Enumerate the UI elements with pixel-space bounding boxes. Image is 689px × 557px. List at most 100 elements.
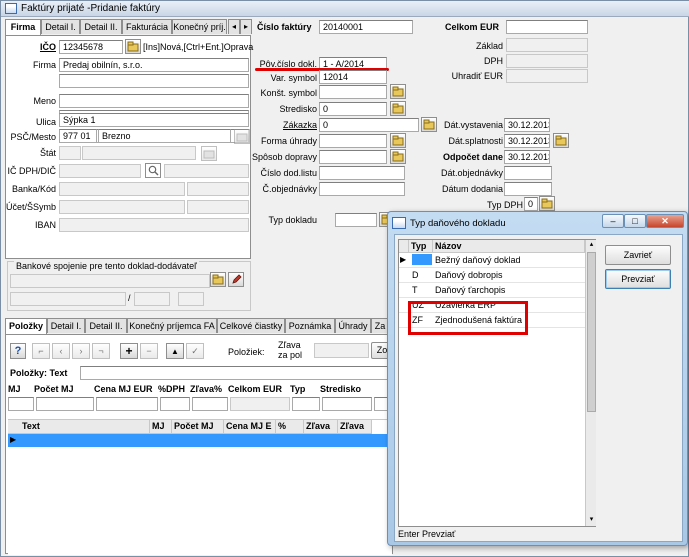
move-up-button[interactable]: ▲ <box>166 343 184 359</box>
ico-field[interactable]: 12345678 <box>59 40 123 54</box>
delete-row-button[interactable]: − <box>140 343 158 359</box>
bank-code-field[interactable] <box>134 292 170 306</box>
cena-input[interactable] <box>96 397 158 411</box>
typ-grid-scrollbar[interactable]: ▴ ▾ <box>585 240 596 526</box>
prevziat-button[interactable]: Prevziať <box>605 269 671 289</box>
dialog-maximize-button[interactable]: □ <box>624 214 646 228</box>
firma-field-2[interactable] <box>59 74 249 88</box>
typ-dph-lookup-button[interactable] <box>539 196 555 211</box>
grid-col-header[interactable]: Cena MJ E <box>224 420 276 434</box>
bank-lookup-button[interactable] <box>210 272 226 287</box>
ucet-field[interactable] <box>59 200 185 214</box>
typ-list-item[interactable]: T Daňový ťarchopis <box>399 283 585 298</box>
first-record-button[interactable]: ⌐ <box>32 343 50 359</box>
datum-splatnosti-field[interactable]: 30.12.2013 <box>504 134 550 148</box>
banka-kod-field[interactable] <box>187 182 249 196</box>
tab-items-detail-1[interactable]: Detail I. <box>47 318 85 333</box>
banka-field[interactable] <box>59 182 185 196</box>
bank-edit-button[interactable] <box>228 272 244 287</box>
datum-dodania-field[interactable] <box>504 182 552 196</box>
mesto-lookup-button[interactable] <box>234 129 250 144</box>
last-record-button[interactable]: ¬ <box>92 343 110 359</box>
mesto-field[interactable]: Brezno <box>98 129 231 143</box>
typ-col-header[interactable]: Typ <box>409 240 433 253</box>
ks-lookup-button[interactable] <box>390 84 406 99</box>
tab-uhrady[interactable]: Úhrady <box>335 318 371 333</box>
dph-input[interactable] <box>160 397 190 411</box>
icdph-field[interactable] <box>59 164 141 178</box>
scroll-down-icon[interactable]: ▾ <box>587 515 596 525</box>
icdph-search-button[interactable] <box>145 163 161 178</box>
ssymb-field[interactable] <box>187 200 249 214</box>
forma-uhrady-field[interactable] <box>319 134 387 148</box>
grid-col-header[interactable]: Zľava <box>338 420 372 434</box>
tab-detail-2[interactable]: Detail II. <box>80 19 122 34</box>
mj-input[interactable] <box>8 397 34 411</box>
sposob-dopravy-lookup-button[interactable] <box>390 149 406 164</box>
datum-objednavky-field[interactable] <box>504 166 552 180</box>
dialog-minimize-button[interactable]: – <box>602 214 624 228</box>
nazov-col-header[interactable]: Názov <box>433 240 585 253</box>
tab-firma[interactable]: Firma <box>5 19 41 35</box>
vs-field[interactable]: 12014 <box>319 70 387 84</box>
firma-field[interactable]: Predaj obilnín, s.r.o. <box>59 58 249 72</box>
objednavka-field[interactable] <box>319 182 405 196</box>
typ-list-item[interactable]: D Daňový dobropis <box>399 268 585 283</box>
dod-list-field[interactable] <box>319 166 405 180</box>
prev-record-button[interactable]: ‹ <box>52 343 70 359</box>
grid-col-header[interactable]: Text <box>8 420 150 434</box>
tab-celkove-ciastky[interactable]: Celkové čiastky <box>217 318 285 333</box>
polozky-text-field[interactable] <box>80 366 392 380</box>
ico-lookup-button[interactable] <box>125 39 141 54</box>
tab-poznamka[interactable]: Poznámka <box>285 318 335 333</box>
forma-uhrady-lookup-button[interactable] <box>390 133 406 148</box>
grid-col-header[interactable]: Zľava <box>304 420 338 434</box>
meno-field[interactable] <box>59 94 249 108</box>
scroll-thumb[interactable] <box>587 252 596 412</box>
stredisko-lookup-button[interactable] <box>390 101 406 116</box>
grid-col-header[interactable]: % <box>276 420 304 434</box>
zlava-field[interactable] <box>314 343 369 358</box>
typ-dokladu-field[interactable] <box>335 213 377 227</box>
zlava-input[interactable] <box>192 397 228 411</box>
stat-code-field[interactable] <box>59 146 81 160</box>
ks-field[interactable] <box>319 85 387 99</box>
items-grid-selected-row[interactable]: ▶ <box>8 434 392 447</box>
tab-scroll-left-icon[interactable]: ◂ <box>228 19 240 34</box>
splatnost-lookup-button[interactable] <box>553 133 569 148</box>
scroll-up-icon[interactable]: ▴ <box>587 240 596 250</box>
typ-input[interactable] <box>292 397 320 411</box>
datum-vystavenia-field[interactable]: 30.12.2013 <box>504 118 550 132</box>
stredisko-field[interactable]: 0 <box>319 102 387 116</box>
next-record-button[interactable]: › <box>72 343 90 359</box>
pocet-input[interactable] <box>36 397 94 411</box>
help-button[interactable]: ? <box>10 343 26 359</box>
typ-dph-field[interactable]: 0 <box>524 197 538 211</box>
tab-items-detail-2[interactable]: Detail II. <box>85 318 127 333</box>
dic-field[interactable] <box>164 164 249 178</box>
tab-fakturacia[interactable]: Fakturácia <box>122 19 172 34</box>
bank-ss-field[interactable] <box>178 292 204 306</box>
grid-col-header[interactable]: MJ <box>150 420 172 434</box>
zakazka-field[interactable]: 0 <box>319 118 419 132</box>
stat-lookup-button[interactable] <box>201 146 217 161</box>
bank-field[interactable] <box>10 274 210 288</box>
bank-account-field[interactable] <box>10 292 126 306</box>
iban-field[interactable] <box>59 218 249 232</box>
stat-field[interactable] <box>82 146 196 160</box>
zavriet-button[interactable]: Zavrieť <box>605 245 671 265</box>
tab-scroll-right-icon[interactable]: ▸ <box>240 19 252 34</box>
ulica-field[interactable]: Sýpka 1 <box>59 113 249 127</box>
cislo-field[interactable]: 20140001 <box>319 20 413 34</box>
refresh-button[interactable]: ✓ <box>186 343 204 359</box>
add-row-button[interactable]: + <box>120 343 138 359</box>
tab-konecny-prij[interactable]: Konečný príj. <box>172 19 227 34</box>
dialog-close-button[interactable]: ✕ <box>646 214 684 228</box>
stredisko-input[interactable] <box>322 397 372 411</box>
sposob-dopravy-field[interactable] <box>319 150 387 164</box>
tab-konecny-prijemca[interactable]: Konečný príjemca FA <box>127 318 217 333</box>
grid-col-header[interactable]: Počet MJ <box>172 420 224 434</box>
tab-polozky[interactable]: Položky <box>5 318 47 334</box>
typ-list-item[interactable]: ▶ Bežný daňový doklad <box>399 253 585 268</box>
odpocet-dane-field[interactable]: 30.12.2013 <box>504 150 550 164</box>
